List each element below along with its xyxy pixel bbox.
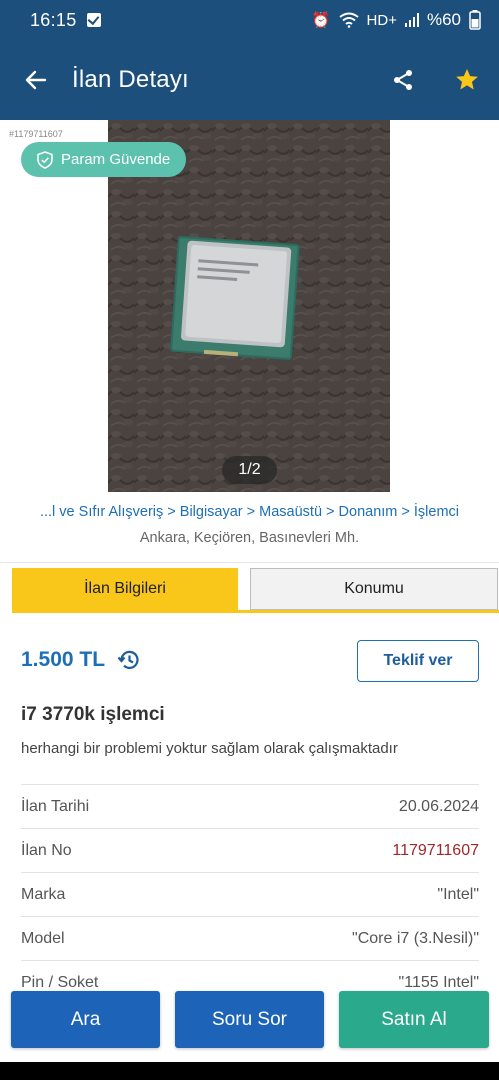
detail-value: "1155 Intel"	[398, 973, 479, 991]
status-icons: ⏰ HD+ %60	[312, 10, 481, 30]
detail-label: Pin / Soket	[21, 973, 99, 991]
listing-number-value[interactable]: 1179711607	[392, 842, 479, 860]
battery-icon	[469, 10, 481, 30]
photo-gallery[interactable]: #1179711607 Param Güvende 1/2	[0, 120, 499, 492]
share-button[interactable]	[371, 40, 435, 120]
wifi-icon	[338, 12, 359, 28]
search-button[interactable]: Ara	[11, 991, 160, 1048]
detail-label: İlan No	[21, 841, 72, 859]
listing-location: Ankara, Keçiören, Basınevleri Mh.	[139, 530, 360, 546]
battery-level: %60	[426, 10, 461, 29]
detail-label: Marka	[21, 885, 66, 903]
breadcrumb[interactable]: ...l ve Sıfır Alışveriş > Bilgisayar > M…	[0, 504, 499, 520]
listing-id-watermark: #1179711607	[9, 129, 63, 139]
listing-description: herhangi bir problemi yoktur sağlam olar…	[21, 740, 398, 757]
make-offer-button[interactable]: Teklif ver	[357, 640, 479, 682]
buy-button[interactable]: Satın Al	[339, 991, 489, 1048]
ask-question-button[interactable]: Soru Sor	[175, 991, 324, 1048]
favorite-button[interactable]	[435, 40, 499, 120]
share-icon	[394, 70, 412, 90]
system-nav-bar	[0, 1062, 499, 1080]
detail-list: İlan Tarihi 20.06.2024 İlan No 117971160…	[21, 784, 479, 1004]
detail-value: "Intel"	[437, 885, 479, 903]
star-icon	[456, 68, 478, 90]
detail-tabs: İlan Bilgileri Konumu	[12, 568, 498, 612]
price-history-icon[interactable]	[117, 648, 141, 672]
signal-icon	[404, 13, 419, 27]
detail-label: Model	[21, 929, 65, 947]
listing-title: i7 3770k işlemci	[21, 704, 165, 725]
price-value: 1.500 TL	[21, 648, 106, 671]
detail-label: İlan Tarihi	[21, 797, 90, 815]
tab-listing-info[interactable]: İlan Bilgileri	[12, 568, 238, 610]
page-title: İlan Detayı	[72, 66, 189, 93]
tab-location[interactable]: Konumu	[250, 568, 498, 610]
safe-payment-label: Param Güvende	[61, 151, 171, 168]
detail-row-listing-no: İlan No 1179711607	[21, 828, 479, 872]
detail-value: "Core i7 (3.Nesil)"	[352, 929, 479, 947]
status-time: 16:15	[30, 9, 77, 30]
safe-payment-badge[interactable]: Param Güvende	[21, 142, 187, 177]
detail-row-model: Model "Core i7 (3.Nesil)"	[21, 916, 479, 960]
divider	[0, 562, 499, 563]
detail-row-brand: Marka "Intel"	[21, 872, 479, 916]
arrow-back-icon	[25, 70, 47, 90]
detail-value: 20.06.2024	[398, 797, 479, 815]
status-bar: 16:15 ⏰ HD+ %60	[0, 0, 499, 40]
photo-pager: 1/2	[222, 456, 277, 484]
shield-check-icon	[37, 150, 53, 169]
detail-row-date: İlan Tarihi 20.06.2024	[21, 784, 479, 828]
network-type: HD+	[366, 11, 397, 29]
tab-underline	[12, 610, 499, 613]
price-row: 1.500 TL	[21, 648, 141, 672]
back-button[interactable]	[0, 40, 72, 120]
app-bar: İlan Detayı	[0, 40, 499, 120]
alarm-icon: ⏰	[311, 12, 331, 29]
notification-check-icon	[86, 13, 101, 27]
